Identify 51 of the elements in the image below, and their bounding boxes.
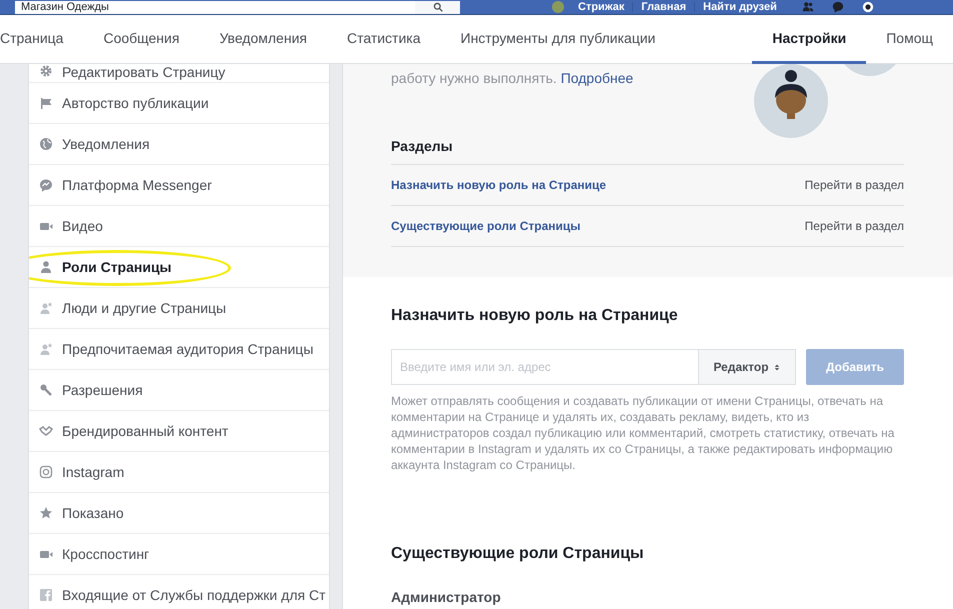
nav-link[interactable]: Главная — [633, 1, 694, 13]
person-icon — [39, 260, 53, 274]
wrench-icon — [39, 383, 53, 397]
search-icon — [432, 2, 442, 12]
role-description: Может отправлять сообщения и создавать публикации от имени Страницы, отвечать на комментарии на Странице и удалять их, создавать рекламу, видеть, кто из администраторов создал публикацию или комментарий, смотреть статистику, отвечать на комментарии в Instagram и удалять их со Страницы, а также редактировать информацию аккаунта Instagram со Страницы. — [391, 393, 896, 473]
flag-icon — [39, 96, 53, 110]
sidebar-item[interactable]: Видео — [29, 206, 329, 247]
people-icon — [800, 1, 815, 13]
sidebar-item[interactable]: Разрешения — [29, 370, 329, 411]
section-heading: Существующие роли Страницы — [391, 545, 645, 563]
section-heading: Разделы — [391, 132, 904, 165]
sidebar-item[interactable]: Кросспостинг — [29, 534, 329, 575]
sidebar-item[interactable]: Брендированный контент — [29, 411, 329, 452]
section-heading: Назначить новую роль на Странице — [391, 307, 679, 325]
go-to-section-link[interactable]: Перейти в раздел — [804, 219, 904, 233]
sidebar-item[interactable]: Входящие от Службы поддержки для Ст — [29, 575, 329, 609]
chat-bubble-icon — [830, 1, 845, 13]
go-to-section-link[interactable]: Перейти в раздел — [804, 178, 904, 192]
sort-arrows-icon — [772, 362, 781, 372]
nav-link[interactable]: Найти друзей — [695, 1, 785, 13]
person-star-icon — [39, 301, 53, 315]
letter-f-square-icon — [39, 588, 53, 602]
sidebar-item[interactable]: Платформа Messenger — [29, 165, 329, 206]
section-link[interactable]: Назначить новую роль на Странице — [391, 178, 606, 192]
sidebar-item[interactable]: Instagram — [29, 452, 329, 493]
camera-outline-icon — [39, 465, 53, 479]
tab[interactable]: Инструменты для публикации — [440, 15, 676, 64]
sidebar-item[interactable]: Роли Страницы — [29, 247, 329, 288]
learn-more-link[interactable]: Подробнее — [560, 70, 634, 86]
sidebar-item[interactable]: Люди и другие Страницы — [29, 288, 329, 329]
sidebar-item[interactable]: Редактировать Страницу — [29, 64, 329, 83]
search-field[interactable]: Магазин Одежды — [15, 0, 415, 14]
tab[interactable]: Страница — [0, 15, 84, 64]
sidebar-item[interactable]: Уведомления — [29, 124, 329, 165]
role-group-heading: Администратор — [391, 589, 502, 605]
tab[interactable]: Статистика — [326, 15, 441, 64]
tab[interactable]: Помощ — [866, 15, 953, 64]
person-star-icon — [39, 342, 53, 356]
role-dropdown[interactable]: Редактор — [699, 349, 796, 385]
tab[interactable]: Сообщения — [83, 15, 200, 64]
sidebar-item[interactable]: Предпочитаемая аудитория Страницы — [29, 329, 329, 370]
star-icon — [39, 506, 53, 520]
sidebar-item[interactable]: Показано — [29, 493, 329, 534]
tab[interactable]: Уведомления — [199, 15, 327, 64]
chat-bubble-icon — [39, 178, 53, 192]
search-button[interactable] — [415, 0, 460, 14]
name-input-field[interactable]: Введите имя или эл. адрес — [391, 349, 699, 385]
intro-text: работу нужно выполнять. Подробнее — [391, 70, 634, 86]
sidebar-item[interactable]: Авторство публикации — [29, 83, 329, 124]
section-link[interactable]: Существующие роли Страницы — [391, 219, 581, 233]
nav-link[interactable]: Стрижак — [570, 1, 632, 13]
